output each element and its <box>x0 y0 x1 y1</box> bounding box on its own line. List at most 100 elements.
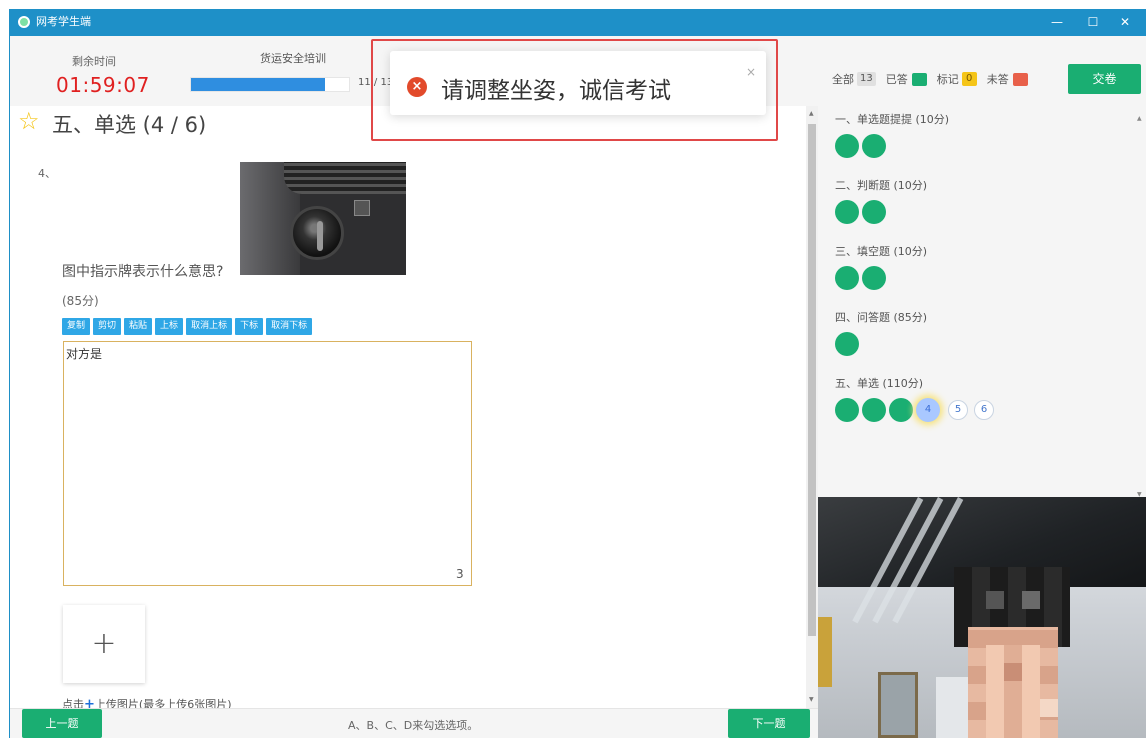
toast-message: 请调整坐姿，诚信考试 <box>441 78 671 104</box>
legend-all-label: 全部 <box>832 73 854 86</box>
legend-unanswered-label: 未答 <box>986 73 1009 86</box>
panel-scrollbar[interactable]: ▲ ▼ <box>1134 111 1146 501</box>
question-dots <box>835 134 949 158</box>
question-group-title: 二、判断题 (10分) <box>835 179 928 192</box>
submit-exam-button[interactable]: 交卷 <box>1068 64 1141 94</box>
editor-toolbar: 复制 剪切 粘贴 上标 取消上标 下标 取消下标 <box>62 318 315 335</box>
answered-question-dot[interactable] <box>862 266 886 290</box>
cam-pixel-block <box>1004 663 1022 681</box>
question-dots: 456 <box>835 398 998 422</box>
upload-hint-prefix: 点击 <box>62 698 84 708</box>
question-group-title: 五、单选 (110分) <box>835 377 924 390</box>
exam-name: 货运安全培训 <box>260 52 326 65</box>
answered-question-dot[interactable] <box>889 398 913 422</box>
legend-marked-count: 0 <box>961 72 977 86</box>
legend-all[interactable]: 全部 13 <box>832 71 876 87</box>
question-group: 二、判断题 (10分) <box>835 177 927 224</box>
legend-all-count: 13 <box>857 72 876 86</box>
upload-hint: 点击+上传图片(最多上传6张图片) <box>62 696 232 708</box>
cancel-subscript-button[interactable]: 取消下标 <box>266 318 313 335</box>
progress-bar <box>190 77 350 92</box>
legend-answered[interactable]: 已答 <box>886 71 927 87</box>
upload-hint-text: 上传图片(最多上传6张图片) <box>94 698 232 708</box>
answer-sheet-panel: 全部 13 已答 标记 0 未答 交卷 一、单选题提提 (10分) 二、判断题 (10… <box>818 36 1146 501</box>
question-group: 五、单选 (110分) 4 5 6 <box>835 375 998 422</box>
legend-marked[interactable]: 标记 0 <box>937 71 977 87</box>
answered-question-dot[interactable] <box>862 200 886 224</box>
question-group-title: 一、单选题提提 (10分) <box>835 113 950 126</box>
answered-question-dot[interactable] <box>862 134 886 158</box>
prev-question-button[interactable]: 上一题 <box>22 709 102 738</box>
cam-person-face-detail <box>986 645 1040 738</box>
legend-marked-label: 标记 <box>936 73 959 86</box>
image-knob-dial <box>317 221 323 251</box>
subscript-button[interactable]: 下标 <box>235 318 264 335</box>
question-area: ☆ 五、单选 (4 / 6) 4、 图中指示牌表示什么意思? (85分) 复制剪… <box>10 106 806 708</box>
superscript-button[interactable]: 上标 <box>155 318 184 335</box>
cam-pixel-block <box>1040 699 1058 717</box>
option-hint: A、B、C、D来勾选选项。 <box>348 719 479 732</box>
upload-plus-icon[interactable]: + <box>84 697 95 708</box>
panel-scroll-up-icon[interactable]: ▲ <box>1137 115 1142 122</box>
plus-icon: + <box>91 626 117 661</box>
toast-close-icon[interactable]: × <box>746 65 756 79</box>
app-logo-icon <box>18 16 30 28</box>
cam-door <box>818 617 832 687</box>
cam-wall-frame <box>878 672 918 738</box>
minimize-icon[interactable]: — <box>1047 13 1067 31</box>
answered-swatch <box>911 72 927 86</box>
countdown-timer: 01:59:07 <box>56 73 150 97</box>
unanswered-question-dot[interactable]: 6 <box>974 400 994 420</box>
answer-input[interactable] <box>63 341 472 586</box>
question-group-title: 四、问答题 (85分) <box>835 311 928 324</box>
cut-button[interactable]: 剪切 <box>93 318 122 335</box>
answered-question-dot[interactable] <box>835 398 859 422</box>
question-groups: 一、单选题提提 (10分) 二、判断题 (10分) 三、填空题 (10分) 四、问答题… <box>818 111 1134 501</box>
scroll-up-icon[interactable]: ▲ <box>809 110 814 117</box>
question-score: (85分) <box>62 294 99 308</box>
question-image <box>240 162 406 275</box>
question-group: 一、单选题提提 (10分) <box>835 111 949 158</box>
cam-pixel-block <box>1022 591 1040 609</box>
timer-label: 剩余时间 <box>72 55 116 68</box>
question-dots <box>835 200 927 224</box>
unanswered-question-dot[interactable]: 5 <box>948 400 968 420</box>
legend-unanswered[interactable]: 未答 <box>987 71 1028 87</box>
status-legend: 全部 13 已答 标记 0 未答 <box>832 71 1038 87</box>
answered-question-dot[interactable] <box>835 266 859 290</box>
question-text: 图中指示牌表示什么意思? <box>62 264 224 280</box>
upload-image-button[interactable]: + <box>63 605 145 683</box>
answered-question-dot[interactable] <box>835 134 859 158</box>
image-light-switch-knob <box>290 206 344 260</box>
question-group: 四、问答题 (85分) <box>835 309 927 356</box>
question-scrollbar[interactable]: ▲ ▼ <box>806 106 818 708</box>
answered-question-dot[interactable] <box>862 398 886 422</box>
cam-shoulder <box>936 677 968 738</box>
paste-button[interactable]: 粘贴 <box>124 318 153 335</box>
maximize-icon[interactable]: ☐ <box>1083 13 1103 31</box>
star-mark-icon[interactable]: ☆ <box>18 107 40 135</box>
scroll-down-icon[interactable]: ▼ <box>809 696 814 703</box>
scrollbar-thumb[interactable] <box>808 124 816 636</box>
image-air-vent <box>284 162 406 194</box>
copy-button[interactable]: 复制 <box>62 318 91 335</box>
close-icon[interactable]: ✕ <box>1115 13 1135 31</box>
app-title: 网考学生端 <box>36 15 91 28</box>
section-title: 五、单选 (4 / 6) <box>52 113 207 137</box>
cancel-superscript-button[interactable]: 取消上标 <box>186 318 233 335</box>
cam-pixel-block <box>986 591 1004 609</box>
next-question-button[interactable]: 下一题 <box>728 709 810 738</box>
char-count: 3 <box>456 567 464 581</box>
answered-question-dot[interactable] <box>835 200 859 224</box>
current-question-dot[interactable]: 4 <box>916 398 940 422</box>
webcam-feed <box>818 497 1146 738</box>
question-number: 4、 <box>38 167 56 180</box>
question-group-title: 三、填空题 (10分) <box>835 245 928 258</box>
legend-answered-label: 已答 <box>885 73 908 86</box>
answered-question-dot[interactable] <box>835 332 859 356</box>
question-dots <box>835 266 927 290</box>
progress-fill <box>191 78 325 91</box>
question-dots <box>835 332 927 356</box>
question-footer: 上一题 A、B、C、D来勾选选项。 下一题 <box>10 708 818 738</box>
question-group: 三、填空题 (10分) <box>835 243 927 290</box>
